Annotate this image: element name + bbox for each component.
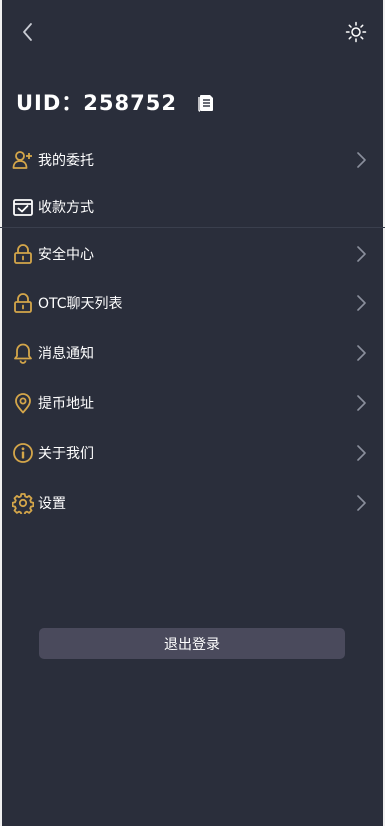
- chevron-right-icon: [357, 495, 366, 511]
- divider: [0, 227, 385, 228]
- menu-item-label: 设置: [38, 496, 66, 512]
- chevron-right-icon: [357, 246, 366, 262]
- menu-item-label: 收款方式: [38, 200, 94, 216]
- chevron-right-icon: [357, 445, 366, 461]
- uid-row: UID：258752: [16, 86, 215, 118]
- theme-toggle-button[interactable]: [344, 20, 368, 44]
- menu-item-label: 安全中心: [38, 247, 94, 263]
- sun-icon: [345, 21, 367, 43]
- menu-item-otc-chat-list[interactable]: OTC聊天列表: [0, 283, 385, 323]
- menu-item-security-center[interactable]: 安全中心: [0, 234, 385, 274]
- bell-icon: [12, 342, 34, 364]
- gear-icon: [12, 492, 34, 514]
- card-check-icon: [12, 196, 34, 218]
- menu-item-label: OTC聊天列表: [38, 296, 123, 312]
- menu-item-label: 消息通知: [38, 346, 94, 362]
- menu-item-label: 关于我们: [38, 446, 94, 462]
- menu-item-withdraw-address[interactable]: 提币地址: [0, 383, 385, 423]
- menu-item-label: 提币地址: [38, 396, 94, 412]
- back-button[interactable]: [16, 20, 40, 44]
- menu-item-label: 我的委托: [38, 153, 94, 169]
- menu-item-notifications[interactable]: 消息通知: [0, 333, 385, 373]
- chevron-right-icon: [357, 295, 366, 311]
- location-pin-icon: [12, 392, 34, 414]
- chevron-right-icon: [357, 395, 366, 411]
- menu-item-payment-methods[interactable]: 收款方式: [0, 187, 385, 227]
- copy-icon: [198, 95, 213, 112]
- logout-button[interactable]: 退出登录: [39, 628, 345, 659]
- top-bar: [0, 0, 385, 64]
- menu-item-my-orders[interactable]: 我的委托: [0, 140, 385, 180]
- uid-label: UID：258752: [16, 91, 177, 115]
- chevron-left-icon: [23, 23, 32, 41]
- lock-icon: [12, 243, 34, 265]
- chevron-right-icon: [357, 345, 366, 361]
- menu-item-settings[interactable]: 设置: [0, 483, 385, 523]
- info-icon: [12, 442, 34, 464]
- user-plus-icon: [12, 149, 34, 171]
- lock-icon: [12, 292, 34, 314]
- menu-item-about-us[interactable]: 关于我们: [0, 433, 385, 473]
- copy-uid-button[interactable]: [197, 92, 215, 112]
- chevron-right-icon: [357, 152, 366, 168]
